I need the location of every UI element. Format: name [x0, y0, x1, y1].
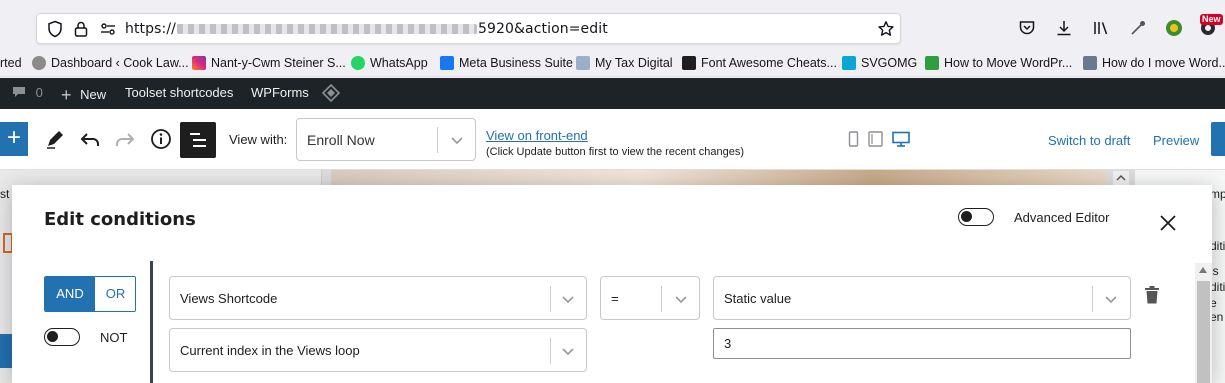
new-content-menu[interactable]: + New — [61, 85, 106, 106]
bookmark-item-meta-business[interactable]: Meta Business Suite — [440, 55, 573, 73]
chevron-down-icon — [562, 348, 574, 356]
pencil-icon[interactable] — [43, 127, 67, 151]
chevron-down-icon — [451, 137, 463, 145]
page-settings-icon[interactable] — [99, 20, 117, 38]
new-badge: New — [1200, 14, 1223, 25]
url-bar[interactable]: https:// 5920&action=edit — [36, 13, 901, 44]
toolset-shortcodes-menu[interactable]: Toolset shortcodes — [125, 85, 233, 100]
field-name-select[interactable]: Current index in the Views loop — [169, 328, 587, 372]
plus-icon — [925, 56, 939, 70]
browser-toolbar: https:// 5920&action=edit New — [0, 0, 1225, 50]
trash-icon[interactable] — [1144, 286, 1160, 304]
not-label: NOT — [100, 330, 128, 345]
bookmark-item-move-wordpress[interactable]: How to Move WordPr... — [925, 55, 1072, 73]
desktop-preview-icon[interactable] — [892, 131, 910, 147]
operator-select[interactable]: = — [600, 276, 700, 320]
bookmark-item-dashboard[interactable]: Dashboard ‹ Cook Law... — [32, 55, 189, 73]
toolset-diamond-icon[interactable] — [321, 83, 341, 105]
scrollbar-thumb[interactable] — [1197, 281, 1210, 383]
field-source-select[interactable]: Views Shortcode — [169, 276, 587, 320]
bookmark-item-svgomg[interactable]: SVGOMG — [842, 55, 917, 73]
edit-conditions-modal: Edit conditions Advanced Editor AND OR N… — [12, 185, 1212, 383]
redo-icon[interactable] — [113, 127, 137, 151]
modal-title: Edit conditions — [44, 209, 196, 230]
bookmarks-bar: rted Dashboard ‹ Cook Law... Nant-y-Cwm … — [0, 50, 1225, 77]
view-with-label: View with: — [229, 132, 288, 147]
article-icon — [1083, 56, 1097, 70]
library-icon[interactable] — [1092, 19, 1110, 37]
bookmark-item-font-awesome[interactable]: Font Awesome Cheats... — [682, 55, 837, 73]
or-button[interactable]: OR — [95, 277, 135, 311]
add-block-button[interactable]: + — [0, 122, 28, 156]
advanced-editor-toggle[interactable] — [958, 208, 994, 226]
front-end-note: (Click Update button first to view the r… — [486, 146, 745, 158]
chevron-down-icon — [675, 296, 687, 304]
url-redacted — [176, 24, 477, 34]
toggle-knob — [961, 211, 972, 222]
view-front-end-link[interactable]: View on front-end — [486, 128, 588, 143]
pocket-icon[interactable] — [1018, 19, 1036, 37]
mobile-preview-icon[interactable] — [846, 131, 861, 147]
condition-group-bar — [150, 261, 153, 383]
wpforms-menu[interactable]: WPForms — [251, 85, 309, 100]
close-icon[interactable] — [1158, 213, 1178, 233]
wordpress-icon — [32, 56, 46, 70]
toggle-knob — [47, 331, 58, 342]
whatsapp-icon — [351, 56, 365, 70]
modal-scrollbar[interactable] — [1195, 263, 1212, 383]
undo-icon[interactable] — [78, 127, 102, 151]
switch-to-draft-button[interactable]: Switch to draft — [1048, 133, 1130, 148]
canvas-scroll-up[interactable] — [1113, 171, 1129, 185]
bookmark-item-started[interactable]: rted — [0, 55, 22, 73]
preview-button[interactable]: Preview — [1153, 133, 1199, 148]
instagram-icon — [192, 56, 206, 70]
left-panel-button[interactable] — [0, 334, 12, 368]
comment-icon — [13, 87, 25, 97]
chevron-down-icon — [1105, 296, 1117, 304]
cube-icon — [576, 56, 590, 70]
not-toggle[interactable] — [44, 328, 80, 346]
chevron-down-icon — [562, 296, 574, 304]
svgomg-icon — [842, 56, 856, 70]
account-icon[interactable] — [1165, 19, 1183, 37]
wp-admin-bar: 0 + New Toolset shortcodes WPForms — [0, 78, 1225, 109]
bookmark-item-nant-y-cwm[interactable]: Nant-y-Cwm Steiner S... — [192, 55, 346, 73]
list-view-button[interactable] — [180, 122, 216, 158]
bookmark-item-whatsapp[interactable]: WhatsApp — [351, 55, 428, 73]
url-text[interactable]: https:// 5920&action=edit — [125, 21, 608, 37]
facebook-icon — [440, 56, 454, 70]
view-with-select[interactable]: Enroll Now — [296, 118, 476, 161]
content-image — [331, 170, 1106, 185]
static-value-field[interactable] — [713, 328, 1131, 359]
plus-icon: + — [61, 85, 72, 105]
static-value-input[interactable] — [714, 329, 1130, 358]
view-with-value: Enroll Now — [307, 132, 375, 148]
and-or-toggle: AND OR — [44, 276, 136, 312]
bookmark-item-move-word[interactable]: How do I move Word... — [1083, 55, 1225, 73]
lock-icon[interactable] — [72, 20, 90, 38]
list-view-icon — [190, 133, 206, 147]
advanced-editor-label: Advanced Editor — [1014, 210, 1110, 225]
editor-toolbar: + View with: Enroll Now View on front-en… — [0, 109, 1225, 170]
flag-icon — [682, 56, 696, 70]
value-type-select[interactable]: Static value — [713, 276, 1131, 320]
comments-menu[interactable]: 0 — [12, 85, 43, 100]
update-button[interactable] — [1211, 122, 1225, 156]
info-icon[interactable] — [149, 127, 173, 151]
url-suffix: 5920&action=edit — [477, 21, 608, 37]
extension-icon[interactable] — [1129, 19, 1147, 37]
shield-icon[interactable] — [46, 20, 64, 38]
select-separator — [437, 127, 438, 153]
download-icon[interactable] — [1055, 19, 1073, 37]
bookmark-star-icon[interactable] — [877, 20, 895, 38]
url-prefix: https:// — [125, 21, 176, 37]
tablet-preview-icon[interactable] — [868, 131, 883, 147]
scroll-up-arrow[interactable] — [1199, 267, 1207, 273]
bookmark-item-my-tax-digital[interactable]: My Tax Digital — [576, 55, 673, 73]
and-button[interactable]: AND — [45, 277, 95, 311]
